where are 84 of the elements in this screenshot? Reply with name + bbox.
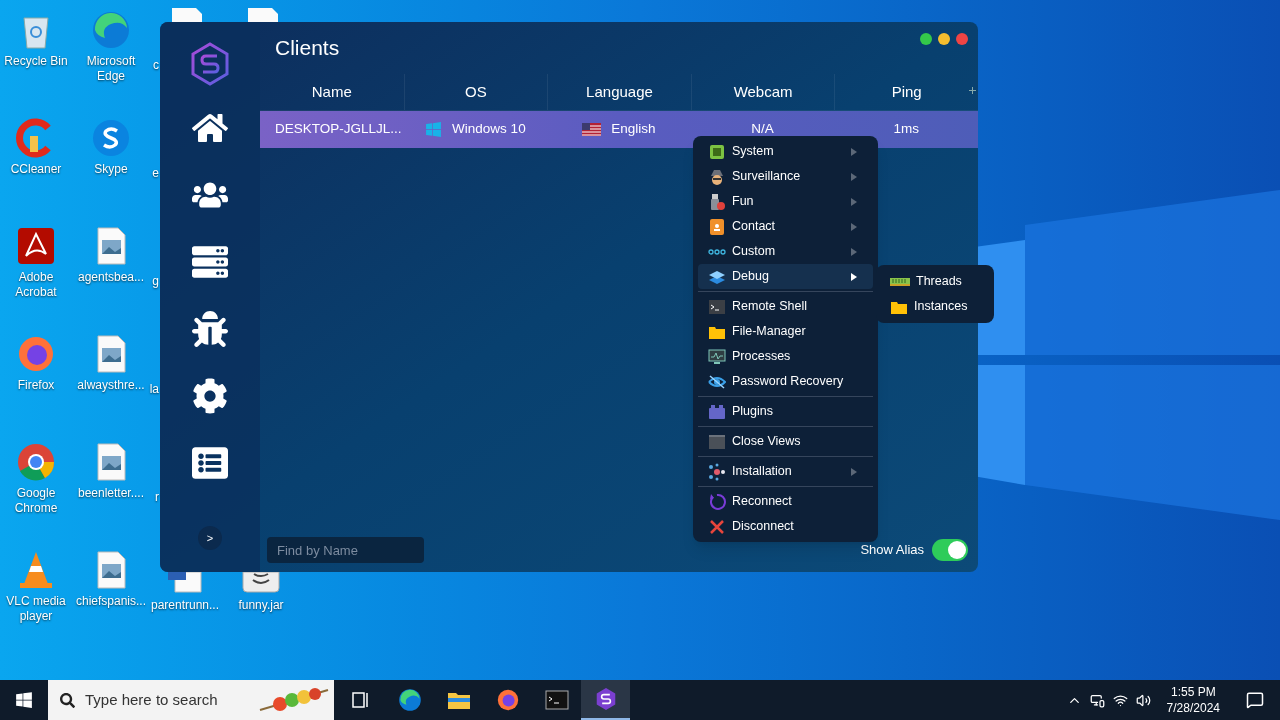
browser-circle-icon bbox=[16, 442, 56, 482]
eye-icon bbox=[708, 372, 726, 391]
server-icon[interactable] bbox=[192, 244, 228, 280]
caret-icon bbox=[851, 272, 857, 281]
chip-icon bbox=[708, 142, 726, 161]
caret-icon bbox=[851, 222, 857, 231]
search-icon bbox=[60, 692, 75, 708]
menu-item[interactable]: Close Views bbox=[698, 429, 873, 454]
menu-item[interactable]: Threads bbox=[886, 269, 984, 294]
close-button[interactable] bbox=[956, 33, 968, 45]
document-file-icon bbox=[165, 572, 205, 594]
menu-item[interactable]: Password Recovery bbox=[698, 369, 873, 394]
column-header[interactable]: Ping bbox=[834, 74, 978, 110]
column-header[interactable]: Name bbox=[260, 74, 404, 110]
device-icon[interactable] bbox=[1089, 692, 1105, 708]
logo-icon bbox=[190, 42, 230, 86]
network-icon[interactable] bbox=[1112, 692, 1128, 708]
menu-item[interactable]: Processes bbox=[698, 344, 873, 369]
terminal-icon bbox=[544, 688, 569, 712]
taskbar-app[interactable] bbox=[581, 680, 630, 720]
menu-item[interactable]: File-Manager bbox=[698, 319, 873, 344]
windows-logo-icon bbox=[425, 121, 443, 138]
plugin-block-icon bbox=[708, 402, 726, 421]
table-cell-text: English bbox=[611, 120, 656, 139]
menu-item[interactable]: Plugins bbox=[698, 399, 873, 424]
column-header[interactable]: Language bbox=[547, 74, 691, 110]
menu-item[interactable]: Instances bbox=[886, 294, 984, 319]
memory-stick-icon bbox=[890, 276, 910, 287]
spy-icon bbox=[708, 167, 726, 186]
jar-file-icon bbox=[241, 572, 281, 594]
menu-item[interactable]: Debug bbox=[698, 264, 873, 289]
menu-item[interactable]: Reconnect bbox=[698, 489, 873, 514]
expand-button[interactable]: > bbox=[198, 526, 222, 550]
search-placeholder: Type here to search bbox=[85, 689, 218, 710]
notifications-icon[interactable] bbox=[1246, 691, 1264, 709]
monitor-icon bbox=[708, 347, 726, 366]
browser-globe-icon bbox=[495, 688, 520, 712]
table-cell-text: 1ms bbox=[893, 120, 919, 139]
search-field[interactable]: Find by Name bbox=[267, 537, 424, 563]
menu-item[interactable]: Remote Shell bbox=[698, 294, 873, 319]
pdf-icon bbox=[16, 226, 56, 266]
column-header[interactable]: OS bbox=[403, 74, 548, 110]
minimize-button[interactable] bbox=[938, 33, 950, 45]
contact-card-icon bbox=[708, 217, 726, 236]
menu-item[interactable]: Fun bbox=[698, 189, 873, 214]
show-alias-label: Show Alias bbox=[860, 541, 924, 560]
network-icon bbox=[708, 462, 726, 481]
edge-wave-icon bbox=[91, 10, 131, 50]
settings-icon[interactable] bbox=[192, 378, 228, 414]
usb-drive-icon bbox=[708, 192, 726, 211]
menu-item[interactable]: Surveillance bbox=[698, 164, 873, 189]
menu-item[interactable]: Custom bbox=[698, 239, 873, 264]
menu-item[interactable]: Installation bbox=[698, 459, 873, 484]
caret-icon bbox=[851, 172, 857, 181]
alias-toggle[interactable] bbox=[932, 539, 968, 561]
window-icon bbox=[708, 432, 726, 451]
windows-logo-icon bbox=[15, 691, 33, 709]
edge-wave-icon bbox=[397, 688, 422, 712]
add-column-icon[interactable] bbox=[969, 87, 976, 94]
volume-icon[interactable] bbox=[1135, 692, 1151, 708]
menu-item[interactable]: Disconnect bbox=[698, 514, 873, 539]
table-cell-text: DESKTOP-JGLLJL... bbox=[275, 120, 402, 139]
clock[interactable]: 1:55 PM 7/28/2024 bbox=[1166, 684, 1220, 716]
caret-icon bbox=[851, 197, 857, 206]
maximize-button[interactable] bbox=[920, 33, 932, 45]
caret-icon bbox=[851, 247, 857, 256]
close-icon bbox=[708, 517, 726, 536]
terminal-icon bbox=[708, 297, 726, 316]
flag-icon bbox=[582, 123, 602, 136]
caret-icon bbox=[851, 467, 857, 476]
browser-globe-icon bbox=[16, 334, 56, 374]
menu-item[interactable]: Contact bbox=[698, 214, 873, 239]
task-view-icon bbox=[350, 690, 371, 710]
reconnect-icon bbox=[708, 492, 726, 511]
skype-circle-icon bbox=[91, 118, 131, 158]
bug-icon[interactable] bbox=[192, 311, 228, 347]
table-cell-text: Windows 10 bbox=[452, 120, 526, 139]
window-title: Clients bbox=[275, 35, 340, 62]
dots-icon bbox=[708, 248, 726, 255]
table-cell-text: N/A bbox=[751, 120, 774, 139]
column-header[interactable]: Webcam bbox=[690, 74, 835, 110]
caret-icon bbox=[851, 147, 857, 156]
taskbar-search-field[interactable]: Type here to search bbox=[48, 680, 334, 720]
list-icon[interactable] bbox=[192, 445, 228, 481]
